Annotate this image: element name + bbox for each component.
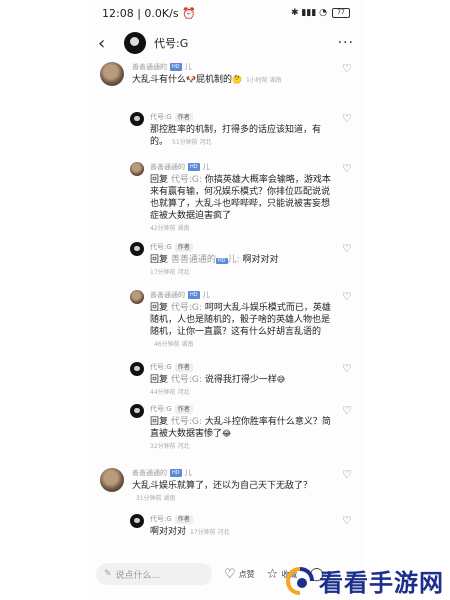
heart-icon[interactable]: ♡ bbox=[342, 63, 352, 74]
header: ‹ 代号:G ··· bbox=[88, 26, 364, 60]
comment-item: 代号:G 作者 回复 善善通通的 HD 儿: 啊对对对 17分钟前 河北 ♡ bbox=[88, 242, 364, 290]
author-avatar[interactable] bbox=[130, 242, 144, 256]
comment-item: 善善通通的 HD 儿 回复 代号:G: 呵呵大乱斗娱乐模式而已，英雄随机，人也是随机… bbox=[88, 290, 364, 362]
comment-author[interactable]: 代号:G 作者 bbox=[150, 112, 338, 122]
heart-icon[interactable]: ♡ bbox=[342, 515, 352, 526]
comment-meta: 46分钟前 湖南 bbox=[154, 341, 194, 348]
heart-icon[interactable]: ♡ bbox=[342, 163, 352, 174]
page-title: 代号:G bbox=[154, 37, 189, 50]
comment-text: 那控胜率的机制，打得多的话应该知道，有的。 51分钟前 河北 bbox=[150, 125, 322, 147]
heart-icon[interactable]: ♡ bbox=[342, 405, 352, 416]
heart-icon[interactable]: ♡ bbox=[342, 243, 352, 254]
comment-meta: 31分钟前 湖南 bbox=[136, 495, 176, 502]
user-avatar[interactable] bbox=[100, 468, 124, 492]
comment-item: 代号:G 作者 回复 代号:G: 说得我打得少一样😅 44分钟前 河北 ♡ bbox=[88, 362, 364, 404]
hd-badge: HD bbox=[170, 63, 182, 71]
hd-badge: HD bbox=[170, 469, 182, 477]
watermark-text: 看看手游网 bbox=[319, 569, 444, 597]
heart-icon[interactable]: ♡ bbox=[342, 113, 352, 124]
heart-icon[interactable]: ♡ bbox=[342, 363, 352, 374]
hd-badge: HD bbox=[188, 163, 200, 171]
comment-meta: 1小时前 湖南 bbox=[245, 77, 282, 84]
author-avatar[interactable] bbox=[130, 514, 144, 528]
phone-screen: 12:08 | 0.0K/s ⏰ ✱ ▮▮▮ ◔ 77 ‹ 代号:G ··· 善… bbox=[88, 0, 364, 600]
author-tag: 作者 bbox=[174, 404, 193, 414]
comment-input[interactable]: ✎ 说点什么... bbox=[96, 563, 212, 585]
comment-author[interactable]: 代号:G 作者 bbox=[150, 362, 338, 372]
hd-badge: HD bbox=[188, 291, 200, 299]
heart-icon: ♡ bbox=[224, 566, 236, 582]
heart-icon[interactable]: ♡ bbox=[342, 469, 352, 480]
like-button[interactable]: ♡ 点赞 bbox=[224, 567, 255, 582]
comment-text: 回复 善善通通的 HD 儿: 啊对对对 17分钟前 河北 bbox=[150, 255, 279, 276]
comment-meta: 17分钟前 河北 bbox=[150, 269, 190, 276]
comment-placeholder: 说点什么... bbox=[115, 570, 161, 581]
comment-text: 回复 代号:G: 呵呵大乱斗娱乐模式而已，英雄随机，人也是随机的，骰子啥的英雄人… bbox=[150, 303, 331, 348]
comment-list: 善善通通的 HD 儿 大乱斗有什么🐶屁机制的🤔 1小时前 湖南 ♡ 代号:G 作者 那控… bbox=[88, 60, 364, 548]
author-tag: 作者 bbox=[174, 242, 193, 252]
author-avatar[interactable] bbox=[130, 404, 144, 418]
comment-text: 大乱斗娱乐就算了，还以为自己天下无敌了？31分钟前 湖南 bbox=[132, 481, 313, 502]
heart-icon[interactable]: ♡ bbox=[342, 291, 352, 302]
comment-author[interactable]: 善善通通的 HD 儿 bbox=[132, 468, 338, 478]
comment-meta: 42分钟前 湖南 bbox=[150, 225, 190, 232]
comment-item: 代号:G 作者 回复 代号:G: 大乱斗控你胜率有什么意义？简直被大数据害惨了😂 3… bbox=[88, 404, 364, 464]
comment-author[interactable]: 善善通通的 HD 儿 bbox=[132, 62, 338, 72]
author-avatar[interactable] bbox=[130, 362, 144, 376]
comment-item: 善善通通的 HD 儿 回复 代号:G: 你搞英雄大概率会输略，游戏本来有赢有输，何况… bbox=[88, 162, 364, 242]
author-tag: 作者 bbox=[174, 112, 193, 122]
more-menu-icon[interactable]: ··· bbox=[338, 35, 354, 51]
comment-meta: 51分钟前 河北 bbox=[172, 139, 212, 146]
user-avatar[interactable] bbox=[100, 62, 124, 86]
status-time-speed: 12:08 | 0.0K/s ⏰ bbox=[102, 6, 196, 20]
comment-author[interactable]: 善善通通的 HD 儿 bbox=[150, 290, 338, 300]
user-avatar[interactable] bbox=[130, 162, 144, 176]
comment-text: 大乱斗有什么🐶屁机制的🤔 1小时前 湖南 bbox=[132, 75, 282, 85]
comment-item: 代号:G 作者 那控胜率的机制，打得多的话应该知道，有的。 51分钟前 河北 ♡ bbox=[88, 112, 364, 162]
user-avatar[interactable] bbox=[130, 290, 144, 304]
comment-meta: 32分钟前 河北 bbox=[150, 443, 190, 450]
comment-item: 善善通通的 HD 儿 大乱斗有什么🐶屁机制的🤔 1小时前 湖南 ♡ bbox=[88, 60, 364, 112]
author-tag: 作者 bbox=[174, 362, 193, 372]
comment-meta: 17分钟前 河北 bbox=[190, 529, 230, 536]
watermark-logo-icon bbox=[285, 566, 314, 595]
back-icon[interactable]: ‹ bbox=[98, 33, 116, 54]
pencil-icon: ✎ bbox=[104, 569, 112, 579]
author-avatar[interactable] bbox=[130, 112, 144, 126]
author-tag: 作者 bbox=[174, 514, 193, 524]
comment-text: 啊对对对 17分钟前 河北 bbox=[150, 527, 230, 537]
comment-meta: 44分钟前 河北 bbox=[150, 389, 190, 396]
status-bar: 12:08 | 0.0K/s ⏰ ✱ ▮▮▮ ◔ 77 bbox=[88, 0, 364, 26]
comment-text: 回复 代号:G: 说得我打得少一样😅 44分钟前 河北 bbox=[150, 375, 286, 396]
status-icons: ✱ ▮▮▮ ◔ 77 bbox=[291, 8, 350, 18]
comment-item: 善善通通的 HD 儿 大乱斗娱乐就算了，还以为自己天下无敌了？31分钟前 湖南 ♡ bbox=[88, 464, 364, 514]
star-icon: ☆ bbox=[266, 566, 279, 582]
comment-item: 代号:G 作者 啊对对对 17分钟前 河北 ♡ bbox=[88, 514, 364, 548]
watermark: 看看手游网 bbox=[285, 563, 444, 598]
comment-author[interactable]: 善善通通的 HD 儿 bbox=[150, 162, 338, 172]
comment-author[interactable]: 代号:G 作者 bbox=[150, 514, 338, 524]
comment-author[interactable]: 代号:G 作者 bbox=[150, 404, 338, 414]
comment-author[interactable]: 代号:G 作者 bbox=[150, 242, 338, 252]
comment-text: 回复 代号:G: 大乱斗控你胜率有什么意义？简直被大数据害惨了😂 32分钟前 河北 bbox=[150, 417, 331, 450]
comment-text: 回复 代号:G: 你搞英雄大概率会输略，游戏本来有赢有输，何况娱乐模式？你排位匹… bbox=[150, 175, 331, 232]
battery-icon: 77 bbox=[332, 8, 350, 18]
author-avatar[interactable] bbox=[124, 32, 146, 54]
